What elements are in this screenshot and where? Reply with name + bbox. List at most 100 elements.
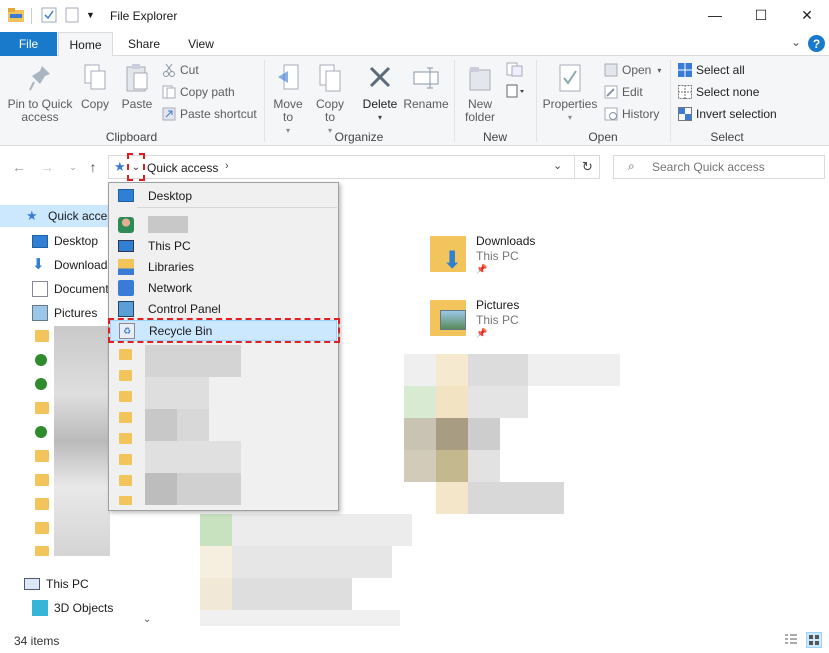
dropdown-item-user[interactable]: [110, 214, 337, 235]
blurred-folder-names: [54, 326, 110, 556]
new-folder-quick-icon[interactable]: [65, 7, 79, 23]
large-icons-view-icon[interactable]: [806, 632, 822, 648]
paste-icon: [122, 62, 152, 94]
user-icon: [118, 216, 134, 233]
tab-share[interactable]: Share: [115, 32, 173, 56]
cut-label: Cut: [180, 63, 199, 77]
location-history-dropdown-button[interactable]: ⌄: [127, 153, 145, 181]
paste-shortcut-button[interactable]: Paste shortcut: [162, 104, 257, 124]
open-button[interactable]: Open ▾: [604, 60, 661, 80]
folder-icon: [35, 450, 49, 462]
cut-button[interactable]: Cut: [162, 60, 199, 80]
copy-icon: [80, 62, 110, 94]
desktop-icon: [32, 234, 48, 248]
search-input[interactable]: [652, 159, 817, 175]
invert-selection-label: Invert selection: [696, 107, 777, 121]
address-dropdown-icon[interactable]: ⌄: [553, 159, 562, 172]
rename-label: Rename: [403, 97, 449, 111]
easy-access-icon[interactable]: [506, 84, 526, 100]
maximize-button[interactable]: ☐: [738, 0, 784, 30]
select-group-label: Select: [710, 130, 744, 144]
folder-icon: [35, 522, 49, 534]
new-group-label: New: [482, 130, 507, 144]
minimize-button[interactable]: —: [692, 0, 738, 30]
nav-scroll-down-icon[interactable]: ⌄: [143, 614, 151, 625]
folder-icon: [35, 330, 49, 342]
properties-button[interactable]: Properties ▾: [542, 62, 598, 124]
back-button[interactable]: ←: [8, 156, 30, 178]
dropdown-item-libraries[interactable]: Libraries: [110, 256, 337, 277]
folder-tile-downloads[interactable]: ⬇ Downloads This PC 📌: [430, 232, 570, 282]
dropdown-item-control-panel[interactable]: Control Panel: [110, 298, 337, 319]
tab-view[interactable]: View: [173, 32, 229, 56]
new-item-icon[interactable]: [506, 62, 526, 78]
chevron-down-icon: ▾: [377, 113, 382, 122]
folder-icon: [35, 474, 49, 486]
properties-quick-icon[interactable]: [41, 7, 57, 23]
delete-button[interactable]: Delete ▾: [360, 62, 400, 124]
select-none-button[interactable]: Select none: [678, 82, 759, 102]
expand-ribbon-icon[interactable]: ⌄: [791, 35, 801, 49]
details-view-icon[interactable]: [784, 633, 798, 647]
download-arrow-icon: ⬇: [442, 247, 463, 274]
dropdown-item-label: Control Panel: [148, 301, 221, 316]
copy-button[interactable]: Copy: [78, 62, 112, 111]
invert-selection-button[interactable]: Invert selection: [678, 104, 777, 124]
new-folder-icon: [465, 62, 495, 94]
pin-to-quick-access-button[interactable]: Pin to Quick access: [4, 62, 76, 124]
dropdown-item-desktop[interactable]: Desktop: [110, 185, 337, 206]
folder-tile-pictures[interactable]: Pictures This PC 📌: [430, 296, 570, 346]
open-icon: [604, 63, 618, 77]
select-none-icon: [678, 85, 692, 99]
new-folder-button[interactable]: New folder: [458, 62, 502, 124]
help-icon[interactable]: ?: [808, 35, 825, 52]
folder-icon: [35, 402, 49, 414]
search-icon: ⌕: [628, 159, 635, 173]
address-bar[interactable]: ★ ⌄ Quick access › ⌄ ↻: [108, 153, 600, 181]
customize-toolbar-icon[interactable]: ▼: [86, 10, 95, 20]
recent-locations-button[interactable]: ⌄: [62, 156, 84, 178]
pin-icon: [25, 62, 55, 94]
arrow-right-icon: →: [40, 159, 54, 175]
rename-icon: [411, 62, 441, 94]
folder-icon: [119, 349, 132, 360]
ribbon-tabs: File Home Share View ⌄ ?: [0, 32, 829, 57]
status-bar: 34 items: [0, 630, 829, 653]
pin-icon: 📌: [476, 264, 488, 274]
pictures-name: Pictures: [476, 298, 520, 312]
folder-icon: [35, 546, 49, 556]
paste-button[interactable]: Paste: [118, 62, 156, 111]
move-to-button[interactable]: Move to ▾: [270, 62, 306, 137]
forward-button[interactable]: →: [36, 156, 58, 178]
computer-icon: [24, 578, 40, 590]
blurred-history-list: [109, 343, 338, 509]
tab-file[interactable]: File: [0, 32, 57, 56]
divider: [137, 207, 337, 208]
chevron-down-icon: ▾: [567, 113, 572, 122]
refresh-icon[interactable]: ↻: [582, 159, 593, 175]
search-box[interactable]: ⌕: [613, 155, 825, 179]
copy-path-button[interactable]: Copy path: [162, 82, 235, 102]
edit-label: Edit: [622, 85, 643, 99]
nav-3d-objects[interactable]: 3D Objects: [0, 597, 140, 619]
select-all-button[interactable]: Select all: [678, 60, 745, 80]
rename-button[interactable]: Rename: [403, 62, 449, 111]
edit-icon: [604, 85, 618, 99]
up-button[interactable]: ↑: [82, 156, 104, 178]
computer-icon: [118, 239, 134, 252]
nav-this-pc[interactable]: This PC: [0, 573, 140, 595]
copy-to-button[interactable]: Copy to ▾: [312, 62, 348, 137]
breadcrumb-chevron-icon[interactable]: ›: [225, 160, 229, 172]
edit-button[interactable]: Edit: [604, 82, 643, 102]
new-folder-label: New folder: [464, 97, 496, 124]
folder-app-icon: [8, 8, 24, 22]
arrow-left-icon: ←: [12, 159, 26, 175]
select-none-label: Select none: [696, 85, 760, 99]
dropdown-item-this-pc[interactable]: This PC: [110, 235, 337, 256]
tab-home[interactable]: Home: [58, 32, 113, 57]
close-button[interactable]: ✕: [784, 0, 829, 30]
dropdown-item-label: This PC: [148, 238, 191, 253]
history-button[interactable]: History: [604, 104, 659, 124]
dropdown-item-network[interactable]: Network: [110, 277, 337, 298]
breadcrumb-quick-access[interactable]: Quick access: [147, 161, 218, 175]
